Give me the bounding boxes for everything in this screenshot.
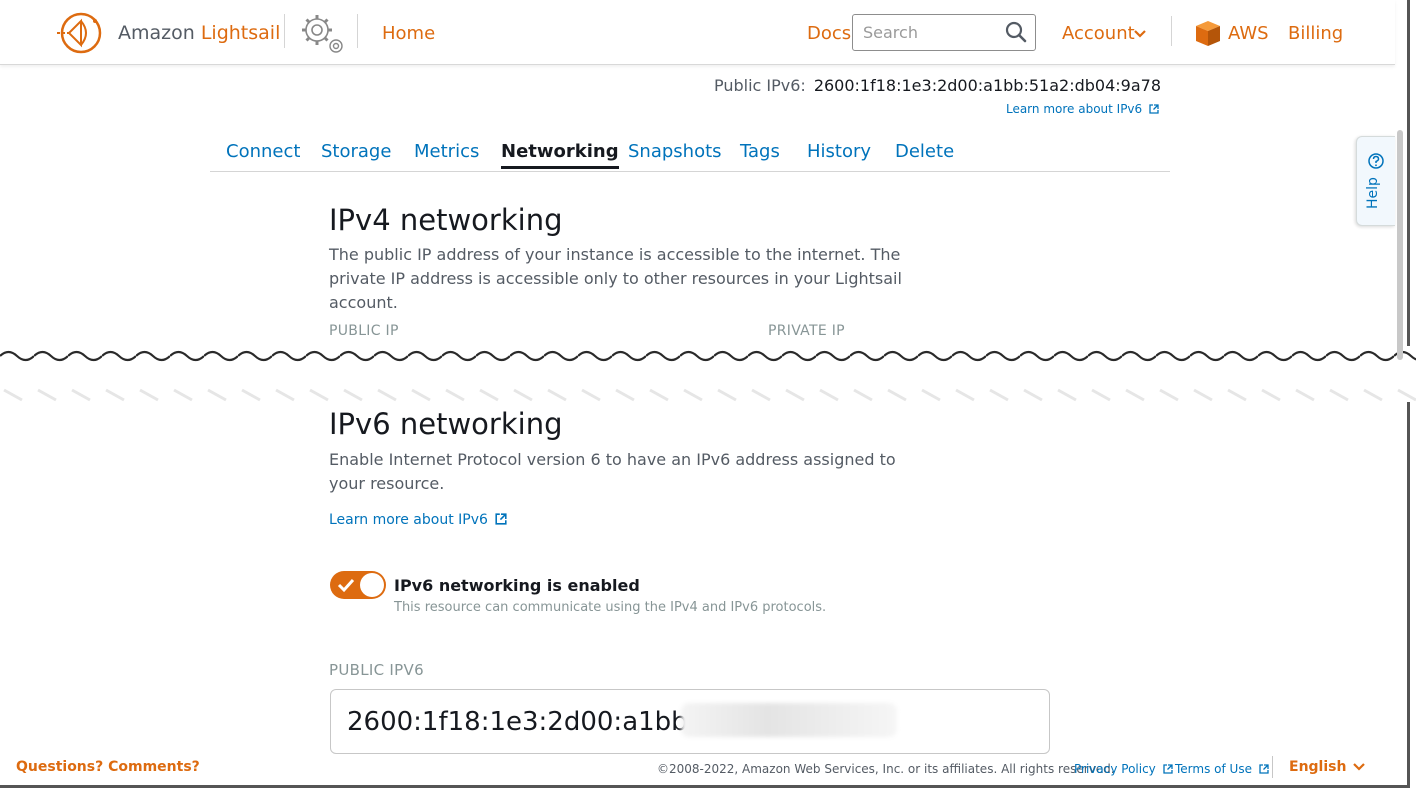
chevron-down-icon bbox=[1353, 763, 1366, 771]
ipv6-toggle[interactable] bbox=[330, 571, 386, 599]
learn-more-label: Learn more about IPv6 bbox=[329, 512, 488, 528]
settings-gears-icon[interactable] bbox=[297, 10, 347, 56]
learn-more-ipv6-link[interactable]: Learn more about IPv6 bbox=[1006, 102, 1159, 116]
public-ipv6-box[interactable]: 2600:1f18:1e3:2d00:a1bb: bbox=[330, 689, 1050, 754]
tab-networking[interactable]: Networking bbox=[501, 141, 619, 169]
torn-page-divider bbox=[0, 346, 1416, 402]
top-navigation-bar: Amazon Lightsail Home Docs Account bbox=[0, 0, 1395, 65]
billing-link[interactable]: Billing bbox=[1288, 23, 1343, 44]
questions-comments-link[interactable]: Questions? Comments? bbox=[16, 759, 200, 775]
checkmark-icon bbox=[337, 578, 355, 593]
account-label: Account bbox=[1062, 23, 1135, 44]
toggle-subtitle: This resource can communicate using the … bbox=[394, 600, 827, 615]
copyright-text: ©2008-2022, Amazon Web Services, Inc. or… bbox=[657, 762, 1115, 776]
brand-prefix: Amazon bbox=[118, 22, 195, 44]
tab-storage[interactable]: Storage bbox=[321, 141, 391, 162]
search-input[interactable] bbox=[861, 22, 1005, 43]
learn-more-ipv6-link[interactable]: Learn more about IPv6 bbox=[329, 512, 507, 528]
terms-label: Terms of Use bbox=[1175, 762, 1252, 776]
footer-divider bbox=[1272, 756, 1273, 778]
ipv6-heading: IPv6 networking bbox=[329, 407, 563, 441]
search-box[interactable] bbox=[852, 14, 1036, 51]
external-link-icon bbox=[1149, 104, 1159, 114]
help-panel-tab[interactable]: Help bbox=[1356, 136, 1395, 226]
docs-link[interactable]: Docs bbox=[807, 23, 851, 44]
scrollbar[interactable] bbox=[1397, 130, 1403, 360]
external-link-icon bbox=[1259, 764, 1269, 774]
external-link-icon bbox=[1162, 764, 1173, 774]
brand-product: Lightsail bbox=[200, 22, 281, 44]
ipv6-description: Enable Internet Protocol version 6 to ha… bbox=[329, 450, 896, 493]
help-label: Help bbox=[1365, 177, 1381, 209]
aws-cube-icon[interactable] bbox=[1195, 20, 1221, 47]
public-ipv6-field-label: PUBLIC IPV6 bbox=[329, 661, 424, 679]
tab-delete[interactable]: Delete bbox=[895, 141, 954, 162]
ipv4-heading: IPv4 networking bbox=[329, 203, 563, 237]
learn-more-label: Learn more about IPv6 bbox=[1005, 102, 1143, 116]
search-icon[interactable] bbox=[1005, 21, 1027, 43]
toggle-knob bbox=[360, 573, 384, 597]
brand-name[interactable]: Amazon Lightsail bbox=[118, 22, 280, 44]
redacted-area bbox=[681, 703, 897, 737]
question-icon bbox=[1368, 153, 1384, 169]
divider bbox=[357, 14, 358, 48]
public-ipv6-value: 2600:1f18:1e3:2d00:a1bb:51a2:db04:9a78 bbox=[813, 76, 1161, 95]
public-ipv6-label: Public IPv6: bbox=[713, 76, 806, 95]
home-link[interactable]: Home bbox=[382, 23, 435, 44]
tab-tags[interactable]: Tags bbox=[740, 141, 780, 162]
privacy-label: Privacy Policy bbox=[1074, 762, 1156, 776]
privacy-policy-link[interactable]: Privacy Policy bbox=[1074, 762, 1173, 776]
external-link-icon bbox=[495, 513, 507, 525]
tab-connect[interactable]: Connect bbox=[226, 141, 300, 162]
instance-public-ipv6: Public IPv6: 2600:1f18:1e3:2d00:a1bb:51a2… bbox=[714, 76, 1161, 95]
instance-tabs: Connect Storage Metrics Networking Snaps… bbox=[210, 140, 1170, 172]
public-ipv6-address: 2600:1f18:1e3:2d00:a1bb: bbox=[347, 707, 697, 737]
private-ip-label: PRIVATE IP bbox=[768, 323, 845, 339]
public-ip-label: PUBLIC IP bbox=[329, 323, 399, 339]
divider bbox=[284, 14, 285, 48]
toggle-title: IPv6 networking is enabled bbox=[394, 576, 640, 595]
divider bbox=[1171, 16, 1172, 46]
lightsail-logo-icon[interactable] bbox=[55, 11, 107, 55]
tab-metrics[interactable]: Metrics bbox=[414, 141, 479, 162]
tab-history[interactable]: History bbox=[807, 141, 871, 162]
aws-link[interactable]: AWS bbox=[1228, 23, 1269, 44]
chevron-down-icon bbox=[1134, 30, 1146, 38]
language-selector[interactable]: English bbox=[1289, 759, 1366, 775]
terms-of-use-link[interactable]: Terms of Use bbox=[1175, 762, 1269, 776]
language-label: English bbox=[1289, 759, 1347, 775]
tab-snapshots[interactable]: Snapshots bbox=[628, 141, 722, 162]
account-menu[interactable]: Account bbox=[1062, 23, 1146, 44]
ipv4-description: The public IP address of your instance i… bbox=[329, 245, 902, 312]
